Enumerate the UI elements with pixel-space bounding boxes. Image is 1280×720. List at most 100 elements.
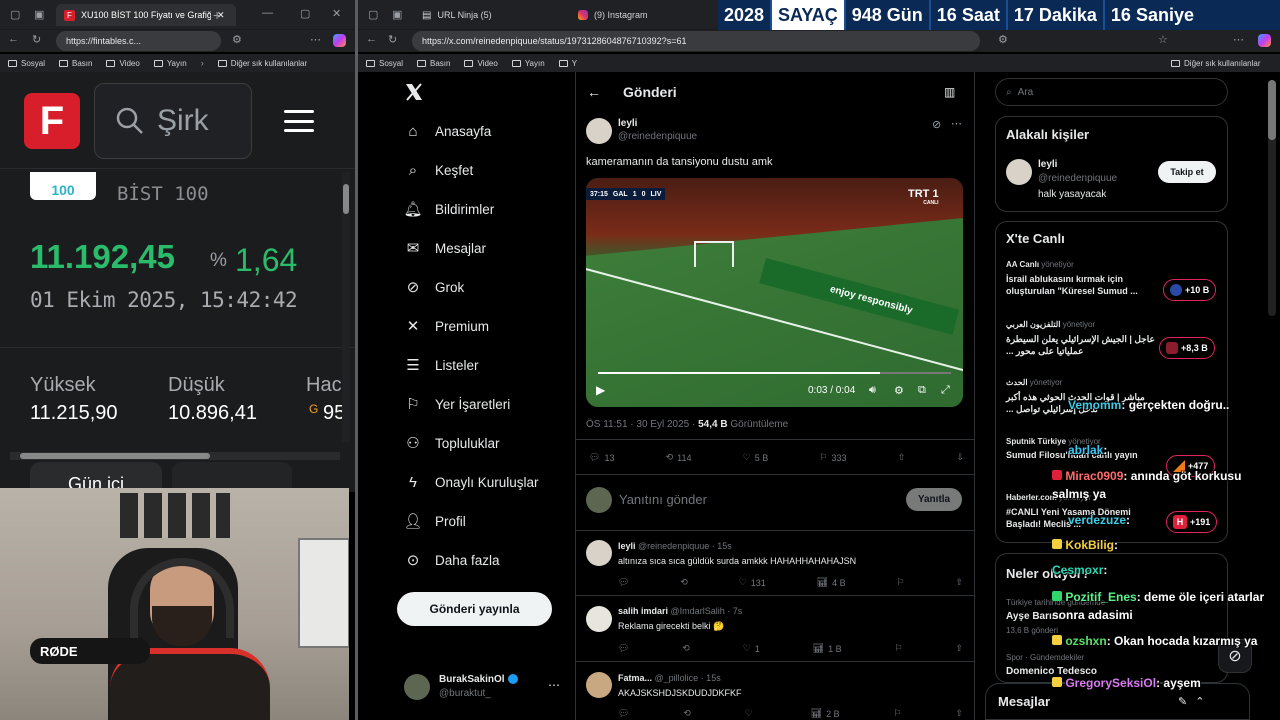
download-action[interactable]: ⇩ bbox=[956, 452, 964, 463]
scroll-thumb[interactable] bbox=[1268, 80, 1276, 140]
grok-icon[interactable]: ⊘ bbox=[932, 118, 941, 131]
retweet-icon[interactable]: ⟲ bbox=[682, 643, 690, 654]
window-close-icon[interactable]: ✕ bbox=[332, 7, 341, 20]
share-icon[interactable]: ⇧ bbox=[955, 708, 963, 719]
page-scrollbar[interactable] bbox=[1268, 80, 1276, 316]
favorites-icon[interactable]: ☆ bbox=[1158, 33, 1168, 46]
horizontal-scrollbar[interactable] bbox=[10, 452, 340, 460]
bookmark-icon[interactable]: ⚐ bbox=[894, 643, 902, 654]
fintables-logo[interactable]: F bbox=[24, 93, 80, 149]
bookmark-action[interactable]: ⚐ 333 bbox=[819, 452, 846, 463]
retweet-action[interactable]: ⟲ 114 bbox=[666, 452, 692, 463]
bookmark-3[interactable]: Video bbox=[106, 59, 140, 68]
tab-url-ninja[interactable]: ▤ URL Ninja (5) bbox=[414, 4, 564, 26]
like-action[interactable]: ♡ 1 bbox=[743, 643, 760, 654]
reply-icon[interactable]: 💬︎ bbox=[618, 708, 629, 719]
fullscreen-icon[interactable]: ⤢ bbox=[941, 384, 950, 397]
nav-profile[interactable]: 👤︎ Profil bbox=[403, 513, 465, 530]
like-action[interactable]: ♡ 131 bbox=[739, 577, 766, 588]
refresh-icon[interactable]: ↻ bbox=[388, 33, 397, 46]
person-avatar[interactable] bbox=[1006, 159, 1032, 185]
bookmark-icon[interactable]: ⚐ bbox=[896, 577, 904, 588]
minimize-icon[interactable]: — bbox=[262, 7, 273, 19]
left-tab[interactable]: F XU100 BİST 100 Fiyatı ve Grafiği ✕ bbox=[56, 4, 236, 26]
workspaces-icon[interactable]: ▢ bbox=[368, 8, 378, 21]
nav-bookmarks[interactable]: ⚐ Yer İşaretleri bbox=[405, 396, 510, 413]
nav-home[interactable]: ⌂ Anasayfa bbox=[405, 123, 491, 140]
bookmark-4[interactable]: Yayın bbox=[153, 59, 187, 68]
views-action[interactable]: 📊︎ 1 B bbox=[813, 643, 842, 654]
video-progress[interactable] bbox=[598, 372, 951, 374]
bookmark-2[interactable]: Basın bbox=[417, 59, 450, 68]
vertical-scrollbar[interactable] bbox=[342, 172, 350, 442]
like-action[interactable]: ♡ 5 B bbox=[743, 452, 769, 463]
bookmark-2[interactable]: Basın bbox=[59, 59, 92, 68]
extensions-icon[interactable]: ⚙ bbox=[998, 33, 1008, 46]
views-action[interactable]: 📊︎ 4 B bbox=[817, 577, 846, 588]
reply-item[interactable]: salih imdari @ImdarlSalih · 7s Reklama g… bbox=[575, 596, 975, 662]
reply-item[interactable]: leyli @reinedenpiquue · 15s altınıza sıc… bbox=[575, 531, 975, 596]
menu-icon[interactable] bbox=[284, 110, 314, 132]
reply-input[interactable]: Yanıtını gönder bbox=[619, 492, 707, 507]
bookmark-4[interactable]: Yayın bbox=[511, 59, 545, 68]
right-url-field[interactable]: https://x.com/reinedenpiquue/status/1973… bbox=[412, 31, 980, 51]
maximize-icon[interactable]: ▢ bbox=[300, 7, 310, 20]
back-arrow-icon[interactable]: ← bbox=[587, 84, 601, 100]
views-action[interactable]: 📊︎ 2 B bbox=[811, 708, 840, 719]
retweet-icon[interactable]: ⟲ bbox=[680, 577, 688, 588]
chevron-up-icon[interactable]: ⌃ bbox=[1195, 695, 1204, 708]
post-button[interactable]: Gönderi yayınla bbox=[397, 592, 552, 626]
like-action[interactable]: ♡ bbox=[745, 708, 757, 719]
bookmark-5[interactable]: Y bbox=[558, 59, 577, 68]
compose-message-icon[interactable]: ✎ bbox=[1178, 695, 1187, 708]
reply-icon[interactable]: 💬︎ bbox=[618, 643, 629, 654]
x-logo-icon[interactable] bbox=[404, 82, 424, 102]
bookmark-more[interactable]: Diğer sık kullanılanlar bbox=[217, 59, 307, 68]
account-more-icon[interactable]: ⋯ bbox=[548, 678, 560, 692]
bookmark-more[interactable]: Diğer sık kullanılanlar bbox=[1171, 59, 1261, 68]
settings-icon[interactable]: ⚙ bbox=[894, 384, 904, 397]
nav-explore[interactable]: ⌕ Keşfet bbox=[405, 162, 473, 179]
retweet-icon[interactable]: ⟲ bbox=[683, 708, 691, 719]
scroll-thumb[interactable] bbox=[20, 453, 210, 459]
tab-actions-icon[interactable]: ▣ bbox=[392, 8, 402, 21]
reply-item[interactable]: Fatma... @_pillolice · 15s AKAJSKSHDJSKD… bbox=[575, 662, 975, 720]
back-icon[interactable]: ← bbox=[366, 33, 377, 45]
tab-actions-icon[interactable]: ▣ bbox=[34, 8, 44, 21]
more-icon[interactable]: ⋯ bbox=[1233, 33, 1244, 46]
nav-verified-orgs[interactable]: ϟ Onaylı Kuruluşlar bbox=[405, 474, 539, 491]
reply-action[interactable]: 💬︎ 13 bbox=[589, 452, 614, 463]
nav-communities[interactable]: ⚇ Topluluklar bbox=[405, 435, 499, 452]
post-more-icon[interactable]: ⋯ bbox=[951, 117, 962, 130]
bookmark-1[interactable]: Sosyal bbox=[366, 59, 403, 68]
chevron-right-icon[interactable]: › bbox=[201, 58, 204, 68]
tab-instagram[interactable]: (9) Instagram bbox=[570, 4, 720, 26]
reply-button[interactable]: Yanıtla bbox=[906, 488, 962, 511]
nav-more[interactable]: ⊙ Daha fazla bbox=[405, 552, 500, 569]
follow-button[interactable]: Takip et bbox=[1158, 161, 1216, 183]
reader-icon[interactable]: ▥ bbox=[944, 85, 955, 99]
nav-grok[interactable]: ⊘ Grok bbox=[405, 279, 465, 296]
search-input[interactable]: Şirk bbox=[94, 83, 252, 159]
back-icon[interactable]: ← bbox=[8, 33, 19, 45]
bookmark-3[interactable]: Video bbox=[464, 59, 498, 68]
more-icon[interactable]: ⋯ bbox=[310, 33, 321, 46]
video-player[interactable]: enjoy responsibly 37:15 GAL 1 0 LIV TRT 1 CAN… bbox=[586, 178, 963, 407]
extensions-icon[interactable]: ⚙ bbox=[232, 33, 242, 46]
pip-icon[interactable]: ⧉ bbox=[918, 384, 926, 397]
workspaces-icon[interactable]: ▢ bbox=[10, 8, 20, 21]
play-icon[interactable]: ▶ bbox=[596, 383, 605, 397]
author-avatar[interactable] bbox=[586, 118, 612, 144]
nav-notifications[interactable]: 🔔︎ Bildirimler bbox=[403, 201, 494, 218]
refresh-icon[interactable]: ↻ bbox=[32, 33, 41, 46]
copilot-icon[interactable] bbox=[333, 34, 346, 47]
bookmark-1[interactable]: Sosyal bbox=[8, 59, 45, 68]
account-avatar[interactable] bbox=[404, 674, 430, 700]
share-icon[interactable]: ⇧ bbox=[955, 643, 963, 654]
new-tab-icon[interactable]: + bbox=[213, 7, 221, 23]
reply-icon[interactable]: 💬︎ bbox=[618, 577, 629, 588]
scroll-thumb[interactable] bbox=[343, 184, 349, 214]
left-url-field[interactable]: https://fintables.c... bbox=[56, 31, 221, 51]
nav-premium[interactable]: ✕ Premium bbox=[405, 318, 489, 335]
bookmark-icon[interactable]: ⚐ bbox=[893, 708, 901, 719]
